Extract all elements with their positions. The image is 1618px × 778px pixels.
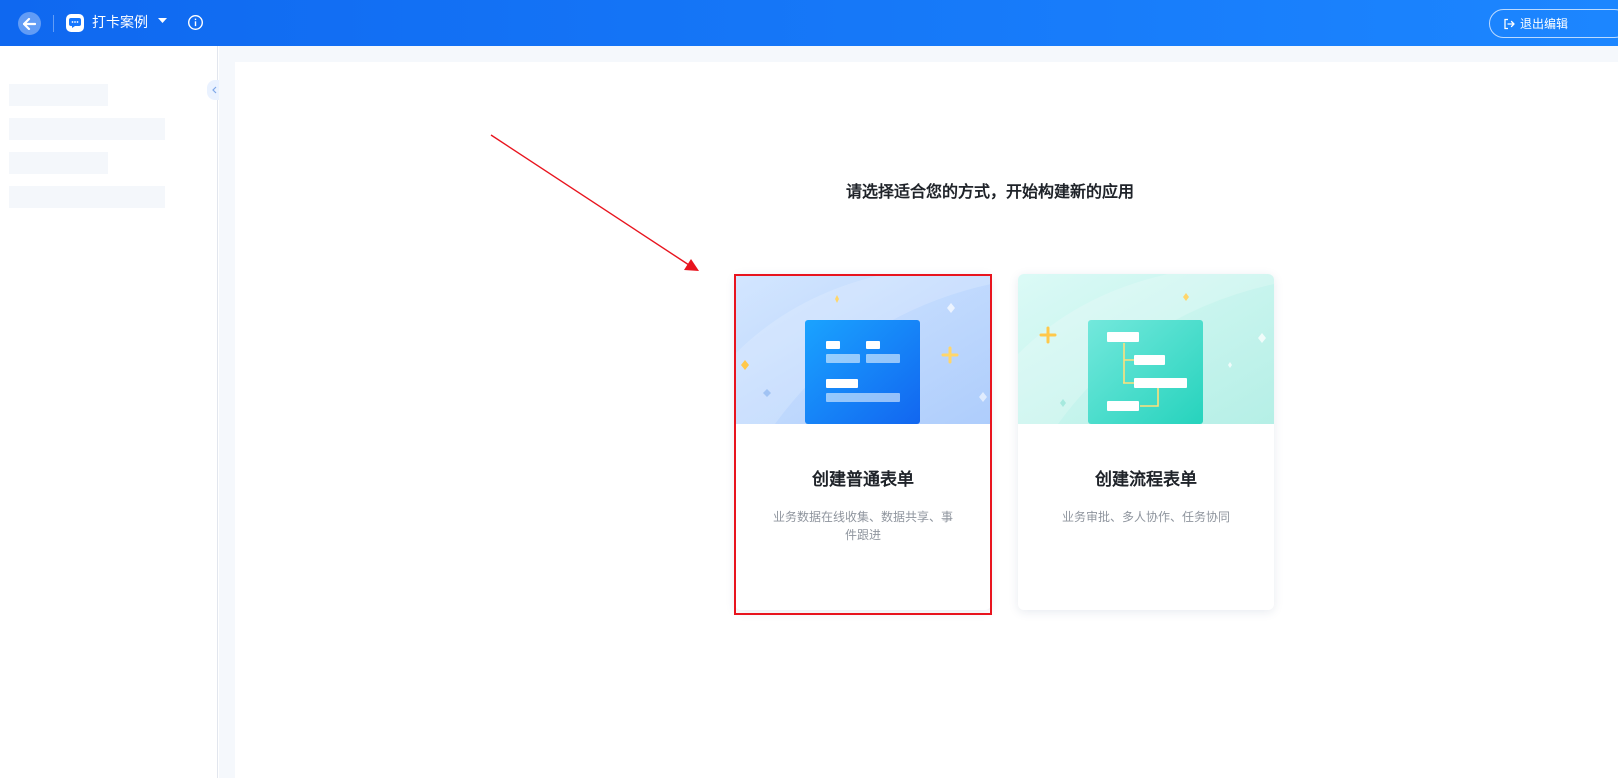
- card-title: 创建普通表单: [812, 470, 914, 490]
- sidebar: [0, 46, 218, 778]
- app-title[interactable]: 打卡案例: [92, 13, 148, 33]
- workflow-form-illustration: [1018, 274, 1274, 424]
- info-icon[interactable]: [187, 14, 204, 31]
- page-headline: 请选择适合您的方式，开始构建新的应用: [845, 182, 1134, 201]
- app-chat-icon: [66, 14, 84, 32]
- exit-icon: [1504, 18, 1515, 29]
- header-divider: [53, 15, 54, 32]
- exit-edit-button[interactable]: 退出编辑: [1489, 9, 1618, 38]
- top-bar: 打卡案例 退出编辑: [0, 0, 1618, 46]
- exit-edit-label: 退出编辑: [1520, 17, 1569, 31]
- sidebar-skeleton-item: [9, 152, 108, 174]
- card-description: 业务数据在线收集、数据共享、事件跟进: [773, 510, 954, 542]
- create-normal-form-card[interactable]: 创建普通表单 业务数据在线收集、数据共享、事件跟进: [735, 274, 991, 610]
- sidebar-skeleton-item: [9, 118, 165, 140]
- sidebar-skeleton-item: [9, 186, 165, 208]
- card-description: 业务审批、多人协作、任务协同: [1061, 510, 1230, 524]
- caret-down-icon[interactable]: [157, 16, 168, 25]
- back-arrow-icon: [23, 17, 36, 30]
- sidebar-skeleton-item: [9, 84, 108, 106]
- chevron-left-icon: [212, 86, 217, 94]
- back-button[interactable]: [18, 12, 41, 35]
- normal-form-illustration: [735, 274, 991, 424]
- create-workflow-form-card[interactable]: 创建流程表单 业务审批、多人协作、任务协同: [1018, 274, 1274, 610]
- card-title: 创建流程表单: [1095, 470, 1197, 490]
